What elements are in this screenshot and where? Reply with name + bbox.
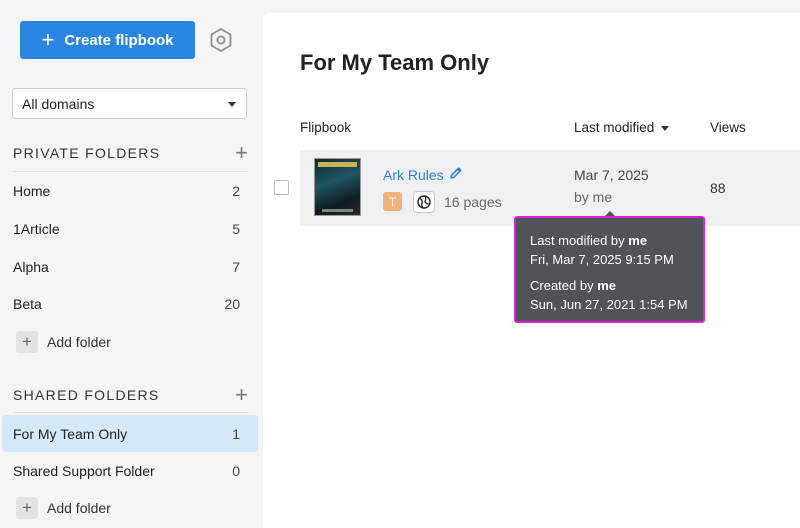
add-shared-folder-button[interactable]: + Add folder [16,496,111,520]
view-count: 88 [710,180,726,196]
folder-count: 0 [232,462,240,479]
column-header-flipbook[interactable]: Flipbook [300,120,351,135]
folder-count: 20 [224,295,240,312]
chevron-down-icon [228,102,236,107]
plus-icon: + [16,497,38,519]
folder-name: For My Team Only [13,425,128,442]
globe-icon [417,195,431,209]
create-flipbook-label: Create flipbook [64,31,174,49]
folder-name: Beta [13,295,42,312]
row-checkbox[interactable] [274,180,289,195]
tooltip-created-user: me [597,278,616,293]
shared-folders-title: SHARED FOLDERS [13,387,160,403]
folder-home[interactable]: Home 2 [2,172,258,209]
modified-info-tooltip: Last modified by me Fri, Mar 7, 2025 9:1… [514,211,705,323]
folder-count: 2 [232,182,240,199]
folder-name: Shared Support Folder [13,462,155,479]
create-flipbook-button[interactable]: + Create flipbook [20,21,195,59]
domain-select[interactable]: All domains [12,88,247,119]
folder-count: 5 [232,220,240,237]
add-private-folder-button[interactable]: + Add folder [16,330,111,354]
tooltip-created-by: Created by me [530,276,703,295]
column-header-views[interactable]: Views [710,120,746,135]
tooltip-arrow [605,211,615,216]
plus-icon: + [41,27,55,52]
flipbook-title-link[interactable]: Ark Rules [383,167,444,183]
folder-1article[interactable]: 1Article 5 [2,210,258,247]
sort-descending-icon [661,125,670,131]
settings-hexagon-icon[interactable] [208,27,234,53]
plus-icon: + [16,331,38,353]
tooltip-modified-by: Last modified by me [530,231,703,250]
folder-count: 1 [232,425,240,442]
page-count: 16 pages [444,194,502,210]
folder-alpha[interactable]: Alpha 7 [2,248,258,285]
folder-beta[interactable]: Beta 20 [2,285,258,322]
add-shared-folder-icon[interactable]: + [235,384,248,406]
folder-name: Home [13,182,51,199]
add-private-folder-icon[interactable]: + [235,142,248,164]
cover-footer-band [322,209,353,212]
add-folder-label: Add folder [47,334,111,350]
private-folders-header: PRIVATE FOLDERS + [13,141,248,165]
folder-shared-support[interactable]: Shared Support Folder 0 [2,452,258,489]
shared-folders-header: SHARED FOLDERS + [13,383,248,407]
tooltip-modified-time: Fri, Mar 7, 2025 9:15 PM [530,252,674,267]
owner-badge: T [383,192,402,211]
folder-name: 1Article [13,220,60,237]
sidebar: + Create flipbook All domains PRIVATE FO… [0,0,262,528]
tooltip-created-time: Sun, Jun 27, 2021 1:54 PM [530,297,688,312]
private-folders-title: PRIVATE FOLDERS [13,145,161,161]
cover-title-band [318,162,357,167]
visibility-toggle[interactable] [413,191,435,213]
add-folder-label: Add folder [47,500,111,516]
last-modified-label: Last modified [574,120,655,135]
folder-for-my-team-only[interactable]: For My Team Only 1 [2,415,258,452]
column-header-last-modified[interactable]: Last modified [574,120,670,135]
domain-select-value: All domains [22,95,95,112]
flipbook-cover-thumbnail[interactable] [314,158,361,216]
modified-by: by me [574,189,613,205]
tooltip-modified-user: me [628,233,648,248]
divider [13,412,248,413]
tooltip-created-prefix: Created by [530,278,598,293]
modified-date: Mar 7, 2025 [574,167,649,183]
page-title: For My Team Only [300,50,490,75]
tooltip-modified-prefix: Last modified by [530,233,629,248]
folder-count: 7 [232,258,240,275]
folder-name: Alpha [13,258,49,275]
pencil-icon[interactable] [449,166,463,180]
